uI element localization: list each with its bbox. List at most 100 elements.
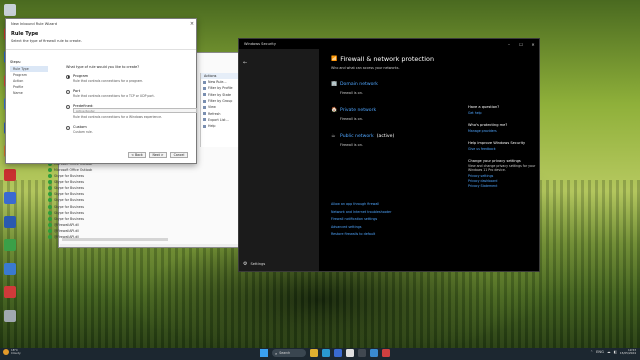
app-icon-blue-4[interactable] — [4, 192, 16, 204]
network-title-link[interactable]: Public network — [340, 134, 374, 139]
app-icon-red-3[interactable] — [4, 168, 16, 181]
rule-type-option[interactable]: Program Rule that controls connections fo… — [66, 74, 196, 88]
taskbar-app-files[interactable] — [310, 349, 318, 357]
rule-type-question: What type of rule would you like to crea… — [66, 65, 140, 69]
rule-name: Skype for Business — [54, 186, 85, 191]
taskbar: 18°C Cloudy ⌕ Search ⌃ ENG ☁ ◧ 19:53 15/… — [0, 348, 640, 360]
firewall-status: Firewall is on. — [340, 143, 363, 147]
back-arrow-icon[interactable]: ← — [243, 60, 247, 66]
taskbar-center: ⌕ Search — [260, 349, 390, 357]
new-inbound-rule-wizard: New Inbound Rule Wizard × Rule Type Sele… — [5, 18, 197, 164]
network-profile[interactable]: 🏠 Private network Firewall is on. — [331, 107, 471, 121]
radio-button[interactable] — [66, 89, 70, 94]
action-label: View — [208, 105, 216, 110]
firewall-link[interactable]: Allow an app through firewall — [331, 201, 391, 209]
app-icon-blue-5[interactable] — [4, 215, 16, 228]
taskbar-app-edge[interactable] — [322, 349, 330, 357]
firewall-link[interactable]: Advanced settings — [331, 224, 391, 232]
firewall-link[interactable]: Network and Internet troubleshooter — [331, 209, 391, 217]
wizard-step[interactable]: Name — [10, 90, 48, 96]
radio-button[interactable] — [66, 125, 70, 130]
privacy-settings-link[interactable]: Privacy settings — [468, 174, 538, 178]
rule-enabled-icon — [48, 235, 52, 240]
wizard-subheading: Select the type of firewall rule to crea… — [11, 39, 82, 43]
rule-enabled-icon — [48, 174, 52, 179]
option-description: Rule that controls connections for a pro… — [73, 79, 144, 83]
firewall-links: Allow an app through firewall Network and… — [331, 201, 391, 239]
taskbar-app-store[interactable] — [334, 349, 342, 357]
taskbar-app-security[interactable] — [370, 349, 378, 357]
wizard-titlebar[interactable]: New Inbound Rule Wizard × — [6, 19, 196, 28]
rule-type-option[interactable]: Predefined: Active Router Rule that contro… — [66, 104, 197, 124]
give-feedback-link[interactable]: Give us feedback — [468, 147, 538, 151]
app-icon-blue-6[interactable] — [4, 262, 16, 275]
maximize-icon[interactable]: ☐ — [515, 42, 527, 47]
language-indicator[interactable]: ENG — [596, 350, 604, 354]
weather-widget[interactable]: 18°C Cloudy — [3, 348, 21, 356]
taskbar-app-chrome[interactable] — [346, 349, 354, 357]
security-titlebar[interactable]: Windows Security – ☐ ✕ — [239, 39, 539, 49]
rule-type-option[interactable]: Custom Custom rule. — [66, 125, 196, 139]
firewall-link[interactable]: Restore firewalls to default — [331, 231, 391, 239]
privacy-text: View and change privacy settings for you… — [468, 164, 536, 173]
domain-network-icon: 🏢 — [331, 81, 338, 87]
rule-name: Skype for Business — [54, 198, 85, 203]
heading-row: 📶 Firewall & network protection — [331, 55, 471, 63]
rule-type-option[interactable]: Port Rule that controls connections for a… — [66, 89, 196, 103]
rule-name: Skype for Business — [54, 210, 85, 215]
network-profile[interactable]: 🏢 Domain network Firewall is on. — [331, 81, 471, 95]
predefined-dropdown[interactable]: Active Router — [73, 108, 197, 113]
radio-button[interactable] — [66, 104, 70, 109]
action-icon — [203, 112, 206, 116]
minimize-icon[interactable]: – — [503, 42, 515, 47]
privacy-statement-link[interactable]: Privacy Statement — [468, 184, 538, 188]
horizontal-scrollbar[interactable] — [62, 238, 168, 241]
taskbar-search[interactable]: ⌕ Search — [272, 349, 306, 357]
have-a-question-title: Have a question? — [468, 105, 500, 109]
recycle-bin-icon[interactable] — [4, 4, 16, 16]
back-button[interactable]: < Back — [128, 152, 146, 158]
radio-button[interactable] — [66, 74, 70, 79]
cloud-icon[interactable]: ☁ — [607, 350, 611, 354]
manage-providers-link[interactable]: Manage providers — [468, 129, 538, 133]
close-icon[interactable]: × — [188, 21, 196, 27]
clock-date: 15/05/2024 — [619, 351, 636, 356]
settings-nav-item[interactable]: ⚙ Settings — [243, 261, 265, 267]
action-icon — [203, 105, 206, 109]
privacy-dashboard-link[interactable]: Privacy dashboard — [468, 179, 538, 183]
close-icon[interactable]: ✕ — [527, 42, 539, 47]
private-network-icon: 🏠 — [331, 107, 338, 113]
network-icon[interactable]: ◧ — [613, 350, 616, 354]
tray-overflow-icon[interactable]: ⌃ — [590, 350, 593, 354]
public-network-icon: ☕ — [331, 133, 336, 139]
get-help-link[interactable]: Get help — [468, 111, 538, 115]
clock[interactable]: 19:53 15/05/2024 — [619, 348, 636, 356]
taskbar-app-terminal[interactable] — [358, 349, 366, 357]
cancel-button[interactable]: Cancel — [170, 152, 188, 158]
security-title: Windows Security — [244, 42, 276, 46]
action-label: Help — [208, 124, 216, 129]
taskbar-app-firewall[interactable] — [382, 349, 390, 357]
windows-security-window: Windows Security – ☐ ✕ ← ⚙ Settings 📶 Fi… — [238, 38, 540, 272]
whos-protecting-title: Who's protecting me? — [468, 123, 508, 127]
action-label: Filter by State — [208, 92, 232, 97]
option-label: Program — [73, 74, 89, 78]
window-controls: – ☐ ✕ — [503, 42, 539, 47]
network-title-link[interactable]: Private network — [340, 108, 376, 113]
start-button[interactable] — [260, 349, 268, 357]
network-title-link[interactable]: Domain network — [340, 82, 378, 87]
option-text: Predefined: Active Router Rule that contro… — [73, 104, 197, 124]
network-profile[interactable]: ☕ Public network (active) Firewall is on. — [331, 133, 471, 147]
next-button[interactable]: Next > — [149, 152, 167, 158]
app-icon-gray[interactable] — [4, 309, 16, 322]
wizard-content: What type of rule would you like to crea… — [66, 65, 197, 140]
app-icon-green[interactable] — [4, 239, 16, 251]
rule-enabled-icon — [48, 204, 52, 209]
app-icon-red-4[interactable] — [4, 286, 16, 298]
rule-name: Skype for Business — [54, 180, 85, 185]
page-subtitle: Who and what can access your networks. — [331, 66, 400, 70]
improve-security-group: Help improve Windows Security Give us fe… — [468, 141, 538, 151]
firewall-link[interactable]: Firewall notification settings — [331, 216, 391, 224]
wizard-heading: Rule Type — [11, 31, 39, 37]
security-right-column: Have a question? Get help Who's protecti… — [468, 105, 538, 196]
